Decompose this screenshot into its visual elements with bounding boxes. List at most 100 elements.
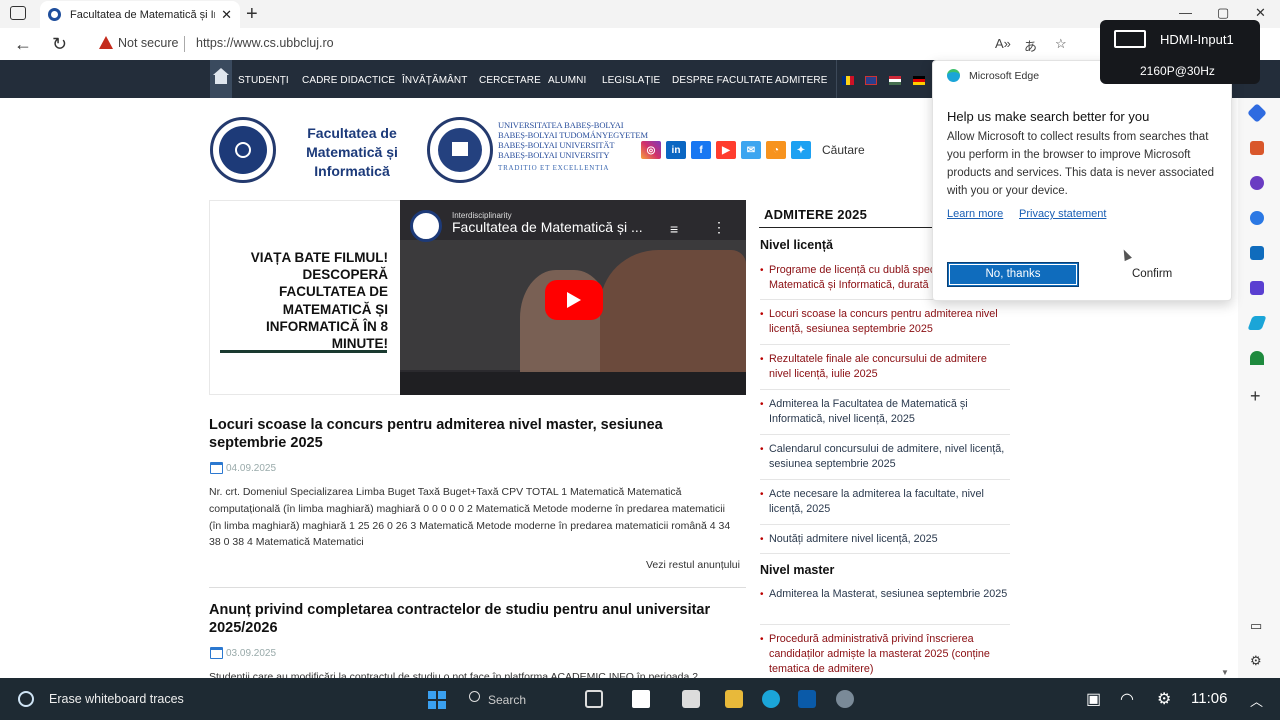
maximize-icon[interactable]: ▢ — [1217, 5, 1229, 21]
faculty-name[interactable]: Facultatea de Matematică și Informatică — [302, 124, 402, 181]
licenta-heading: Nivel licență — [760, 238, 833, 252]
no-thanks-button[interactable]: No, thanks — [947, 262, 1079, 287]
popup-heading: Help us make search better for you — [947, 109, 1150, 124]
designer-icon[interactable] — [1250, 281, 1264, 295]
link-divider — [760, 389, 1010, 390]
scroll-down-icon[interactable]: ▼ — [1221, 668, 1229, 677]
home-button[interactable] — [210, 60, 232, 98]
tree-icon[interactable] — [1250, 351, 1264, 365]
article-title[interactable]: Anunț privind completarea contractelor d… — [209, 601, 744, 637]
people-icon[interactable] — [1250, 176, 1264, 190]
refresh-icon[interactable]: ↻ — [52, 34, 67, 55]
admission-link-text: Noutăți admitere nivel licență, 2025 — [769, 533, 938, 545]
nav-invatamant[interactable]: ÎNVĂȚĂMÂNT — [402, 75, 467, 86]
search-icon[interactable] — [469, 691, 480, 702]
copilot-icon[interactable] — [1250, 211, 1264, 225]
admission-link-text: Admiterea la Masterat, sesiunea septembr… — [769, 588, 1008, 600]
url-field[interactable]: https://www.cs.ubbcluj.ro — [196, 36, 334, 50]
flag-ro-icon[interactable] — [842, 76, 854, 85]
nav-alumni[interactable]: ALUMNI — [548, 75, 586, 86]
browser-tab[interactable]: Facultatea de Matematică și Info ✕ — [40, 1, 240, 28]
translate-icon[interactable]: あ — [1024, 36, 1037, 55]
task-view-icon[interactable] — [585, 690, 603, 708]
facebook-icon[interactable]: f — [691, 141, 711, 159]
windows-start-icon[interactable] — [428, 691, 446, 709]
close-window-icon[interactable]: ✕ — [1255, 5, 1266, 21]
bullet-icon: • — [760, 634, 764, 645]
admission-link[interactable]: • Admiterea la Masterat, sesiunea septemb… — [760, 587, 1010, 602]
new-tab-icon[interactable]: + — [246, 3, 258, 26]
book-app-icon[interactable] — [682, 690, 700, 708]
flag-de-icon[interactable] — [913, 76, 925, 85]
home-app-icon[interactable] — [632, 690, 650, 708]
edge-taskbar-icon[interactable] — [762, 690, 780, 708]
popup-body: Allow Microsoft to collect results from … — [947, 131, 1214, 197]
erase-whiteboard-button[interactable]: Erase whiteboard traces — [49, 692, 184, 706]
nav-cadre-didactice[interactable]: CADRE DIDACTICE — [302, 75, 395, 86]
faculty-logo[interactable] — [210, 117, 276, 183]
screenshot-icon[interactable]: ▣ — [1086, 689, 1101, 709]
nav-admitere[interactable]: ADMITERE — [775, 75, 827, 86]
admission-link[interactable]: • Procedură administrativă privind înscri… — [760, 632, 1010, 677]
warning-icon[interactable] — [99, 36, 113, 49]
search-link[interactable]: Căutare — [822, 143, 865, 157]
article-excerpt: Studenții care au modificări la contract… — [209, 671, 699, 678]
youtube-icon[interactable]: ▶ — [716, 141, 736, 159]
outlook-icon[interactable] — [1250, 246, 1264, 260]
store-icon[interactable] — [798, 690, 816, 708]
nav-studenti[interactable]: STUDENȚI — [238, 75, 289, 86]
nav-despre-facultate[interactable]: DESPRE FACULTATE — [672, 75, 773, 86]
admission-link[interactable]: • Noutăți admitere nivel licență, 2025 — [760, 532, 1010, 547]
settings-app-icon[interactable] — [836, 690, 854, 708]
video-player[interactable]: Interdisciplinarity Facultatea de Matema… — [400, 200, 746, 395]
toolbox-icon[interactable] — [1250, 141, 1264, 155]
clock-time[interactable]: 11:06 — [1191, 690, 1227, 707]
confirm-button[interactable]: Confirm — [1132, 268, 1172, 280]
university-logo[interactable] — [427, 117, 493, 183]
read-aloud-icon[interactable]: A» — [995, 36, 1011, 51]
nav-cercetare[interactable]: CERCETARE — [479, 75, 541, 86]
admission-link[interactable]: • Calendarul concursului de admitere, niv… — [760, 442, 1010, 472]
tab-actions-icon[interactable] — [10, 6, 26, 20]
close-tab-icon[interactable]: ✕ — [221, 7, 232, 23]
read-more-link[interactable]: Vezi restul anunțului — [646, 559, 740, 571]
add-sidebar-icon[interactable]: + — [1250, 386, 1261, 407]
video-title[interactable]: Facultatea de Matematică și ... — [452, 219, 643, 235]
admission-link[interactable]: • Locuri scoase la concurs pentru admiter… — [760, 307, 1010, 337]
sidebar-settings-icon[interactable]: ⚙ — [1250, 653, 1262, 669]
learn-more-link[interactable]: Learn more — [947, 208, 1003, 220]
university-names[interactable]: UNIVERSITATEA BABEȘ-BOLYAI BABEȘ-BOLYAI … — [498, 120, 648, 173]
university-name-de: BABEȘ-BOLYAI UNIVERSITÄT — [498, 140, 615, 150]
admission-link[interactable]: • Rezultatele finale ale concursului de a… — [760, 352, 1010, 382]
university-logo-inner — [438, 128, 482, 172]
hdmi-input-label: HDMI-Input1 — [1160, 32, 1234, 47]
security-status[interactable]: Not secure — [118, 36, 178, 50]
article-title[interactable]: Locuri scoase la concurs pentru admitere… — [209, 416, 744, 452]
admission-link[interactable]: • Admiterea la Facultatea de Matematică ș… — [760, 397, 1010, 427]
email-icon[interactable]: ✉ — [741, 141, 761, 159]
nav-legislatie[interactable]: LEGISLAȚIE — [602, 75, 660, 86]
settings-gear-icon[interactable]: ⚙ — [1157, 689, 1171, 709]
admission-link[interactable]: • Acte necesare la admiterea la facultate… — [760, 487, 1010, 517]
sidebar-layout-icon[interactable]: ▭ — [1250, 618, 1262, 634]
twitter-icon[interactable]: ✦ — [791, 141, 811, 159]
rss-icon[interactable]: ◔ — [766, 141, 786, 159]
wifi-icon[interactable]: ◠ — [1120, 689, 1134, 709]
promo-banner[interactable]: VIAȚA BATE FILMUL! DESCOPERĂ FACULTATEA … — [209, 200, 401, 395]
play-button[interactable] — [545, 280, 603, 320]
favorite-icon[interactable]: ☆ — [1055, 36, 1067, 52]
whiteboard-check-icon[interactable] — [18, 691, 34, 707]
more-options-icon[interactable]: ⋮ — [712, 219, 726, 236]
flag-en-icon[interactable] — [865, 76, 877, 85]
file-explorer-icon[interactable] — [725, 690, 743, 708]
taskbar-search[interactable]: Search — [488, 693, 526, 707]
minimize-icon[interactable]: — — [1179, 5, 1192, 20]
flag-hu-icon[interactable] — [889, 76, 901, 85]
linkedin-icon[interactable]: in — [666, 141, 686, 159]
channel-logo-icon[interactable] — [410, 210, 442, 242]
instagram-icon[interactable]: ◎ — [641, 141, 661, 159]
chevron-up-icon[interactable]: ︿ — [1250, 691, 1263, 710]
privacy-statement-link[interactable]: Privacy statement — [1019, 208, 1106, 220]
playlist-icon[interactable]: ≡ — [670, 221, 678, 237]
back-icon[interactable]: ← — [14, 34, 32, 55]
